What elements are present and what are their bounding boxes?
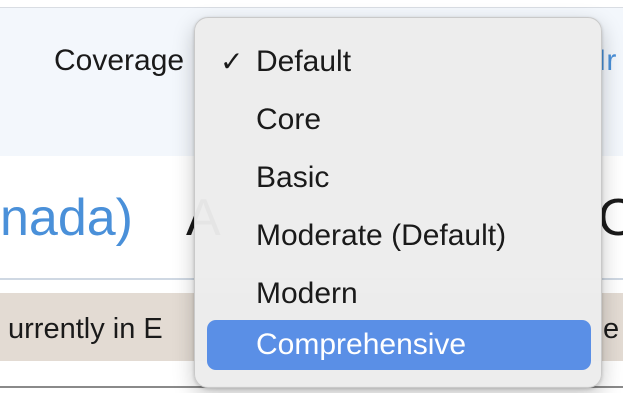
menu-item-label: Moderate (Default) xyxy=(256,219,507,252)
menu-item-label: Modern xyxy=(256,277,358,310)
coverage-label: Coverage xyxy=(54,44,185,77)
notice-banner-text-right: e w xyxy=(603,313,623,345)
menu-item-label: Core xyxy=(256,103,322,136)
menu-item-basic[interactable]: Basic xyxy=(207,153,591,203)
menu-item-label: Comprehensive xyxy=(256,328,467,361)
page: Coverage Ir nada) A O urrently in E e w … xyxy=(0,0,623,393)
notice-banner-text: urrently in E xyxy=(8,313,163,345)
coverage-dropdown-menu: ✓ Default Core Basic Moderate (Default) … xyxy=(194,17,602,388)
menu-item-moderate-default[interactable]: Moderate (Default) xyxy=(207,211,591,261)
page-title-link[interactable]: nada) xyxy=(0,188,133,248)
menu-item-modern[interactable]: Modern xyxy=(207,269,591,319)
menu-item-core[interactable]: Core xyxy=(207,95,591,145)
checkmark-icon: ✓ xyxy=(220,46,244,77)
menu-item-comprehensive[interactable]: Comprehensive xyxy=(207,320,591,370)
menu-item-default[interactable]: ✓ Default xyxy=(207,37,591,87)
menu-item-label: Basic xyxy=(256,161,330,194)
menu-item-label: Default xyxy=(256,45,352,78)
